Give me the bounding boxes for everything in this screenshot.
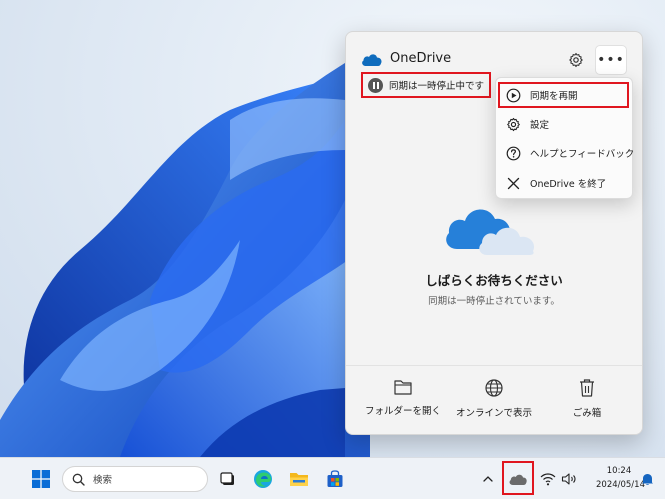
view-online-button[interactable]: オンラインで表示	[449, 366, 539, 434]
menu-item-label: ヘルプとフィードバック	[530, 149, 635, 160]
onedrive-logo-icon	[362, 54, 382, 66]
wait-title: しばらくお待ちください	[425, 273, 563, 288]
taskbar-search[interactable]: 検索	[62, 466, 208, 492]
trash-icon	[580, 379, 594, 397]
recycle-bin-button[interactable]: ごみ箱	[542, 366, 632, 434]
panel-footer: フォルダーを開く オンラインで表示 ごみ箱	[346, 365, 642, 434]
task-view-button[interactable]	[215, 466, 241, 492]
sync-status-indicator: 同期は一時停止中です	[361, 72, 491, 98]
menu-item-settings[interactable]: 設定	[500, 111, 630, 137]
menu-item-resume-sync[interactable]: 同期を再開	[498, 82, 629, 108]
network-button[interactable]	[537, 466, 559, 492]
cloud-illustration-icon	[446, 209, 535, 255]
question-circle-icon	[506, 146, 521, 160]
view-online-label: オンラインで表示	[455, 408, 532, 419]
search-placeholder: 検索	[93, 475, 113, 486]
microsoft-store-button[interactable]	[322, 466, 348, 492]
open-folder-button[interactable]: フォルダーを開く	[358, 366, 448, 434]
menu-item-label: 設定	[530, 120, 550, 131]
play-circle-icon	[506, 88, 521, 102]
start-button[interactable]	[28, 466, 54, 492]
file-explorer-button[interactable]	[286, 466, 312, 492]
onedrive-tray-button[interactable]	[505, 466, 531, 492]
close-icon	[507, 177, 520, 189]
windows-logo-icon	[32, 470, 50, 488]
edge-browser-button[interactable]	[250, 466, 276, 492]
globe-icon	[485, 379, 503, 397]
menu-item-quit-onedrive[interactable]: OneDrive を終了	[500, 170, 630, 196]
bell-icon	[641, 474, 653, 486]
pause-icon	[368, 77, 383, 93]
chevron-up-icon	[483, 476, 493, 482]
wait-subtitle: 同期は一時停止されています。	[428, 296, 560, 307]
clock-date: 2024/05/14	[596, 480, 645, 490]
taskbar-clock[interactable]: 10:24 2024/05/14	[596, 464, 645, 492]
gear-icon	[507, 117, 520, 131]
store-icon	[327, 470, 343, 487]
more-options-menu: 同期を再開 設定 ヘルプとフィードバック OneDrive を終了	[495, 77, 634, 199]
gear-icon	[569, 52, 583, 68]
panel-title: OneDrive	[390, 51, 452, 66]
notifications-button[interactable]	[638, 466, 656, 492]
menu-item-label: 同期を再開	[530, 91, 578, 102]
task-view-icon	[220, 472, 234, 485]
settings-button[interactable]	[564, 48, 588, 72]
folder-icon	[394, 380, 412, 395]
edge-icon	[254, 470, 272, 488]
sync-status-text: 同期は一時停止中です	[389, 81, 485, 92]
taskbar: 検索 10:24 2024/05/14	[0, 457, 665, 499]
speaker-icon	[561, 473, 576, 485]
file-explorer-icon	[290, 473, 308, 486]
recycle-bin-label: ごみ箱	[572, 408, 602, 419]
menu-item-help-feedback[interactable]: ヘルプとフィードバック	[500, 140, 634, 166]
open-folder-label: フォルダーを開く	[364, 406, 441, 417]
menu-item-label: OneDrive を終了	[530, 179, 607, 190]
clock-time: 10:24	[606, 466, 632, 476]
more-options-button[interactable]: •••	[595, 45, 627, 75]
volume-button[interactable]	[558, 466, 580, 492]
show-hidden-icons-button[interactable]	[478, 466, 498, 492]
wifi-icon	[540, 473, 556, 486]
search-icon	[72, 473, 85, 486]
onedrive-cloud-icon	[509, 474, 527, 485]
